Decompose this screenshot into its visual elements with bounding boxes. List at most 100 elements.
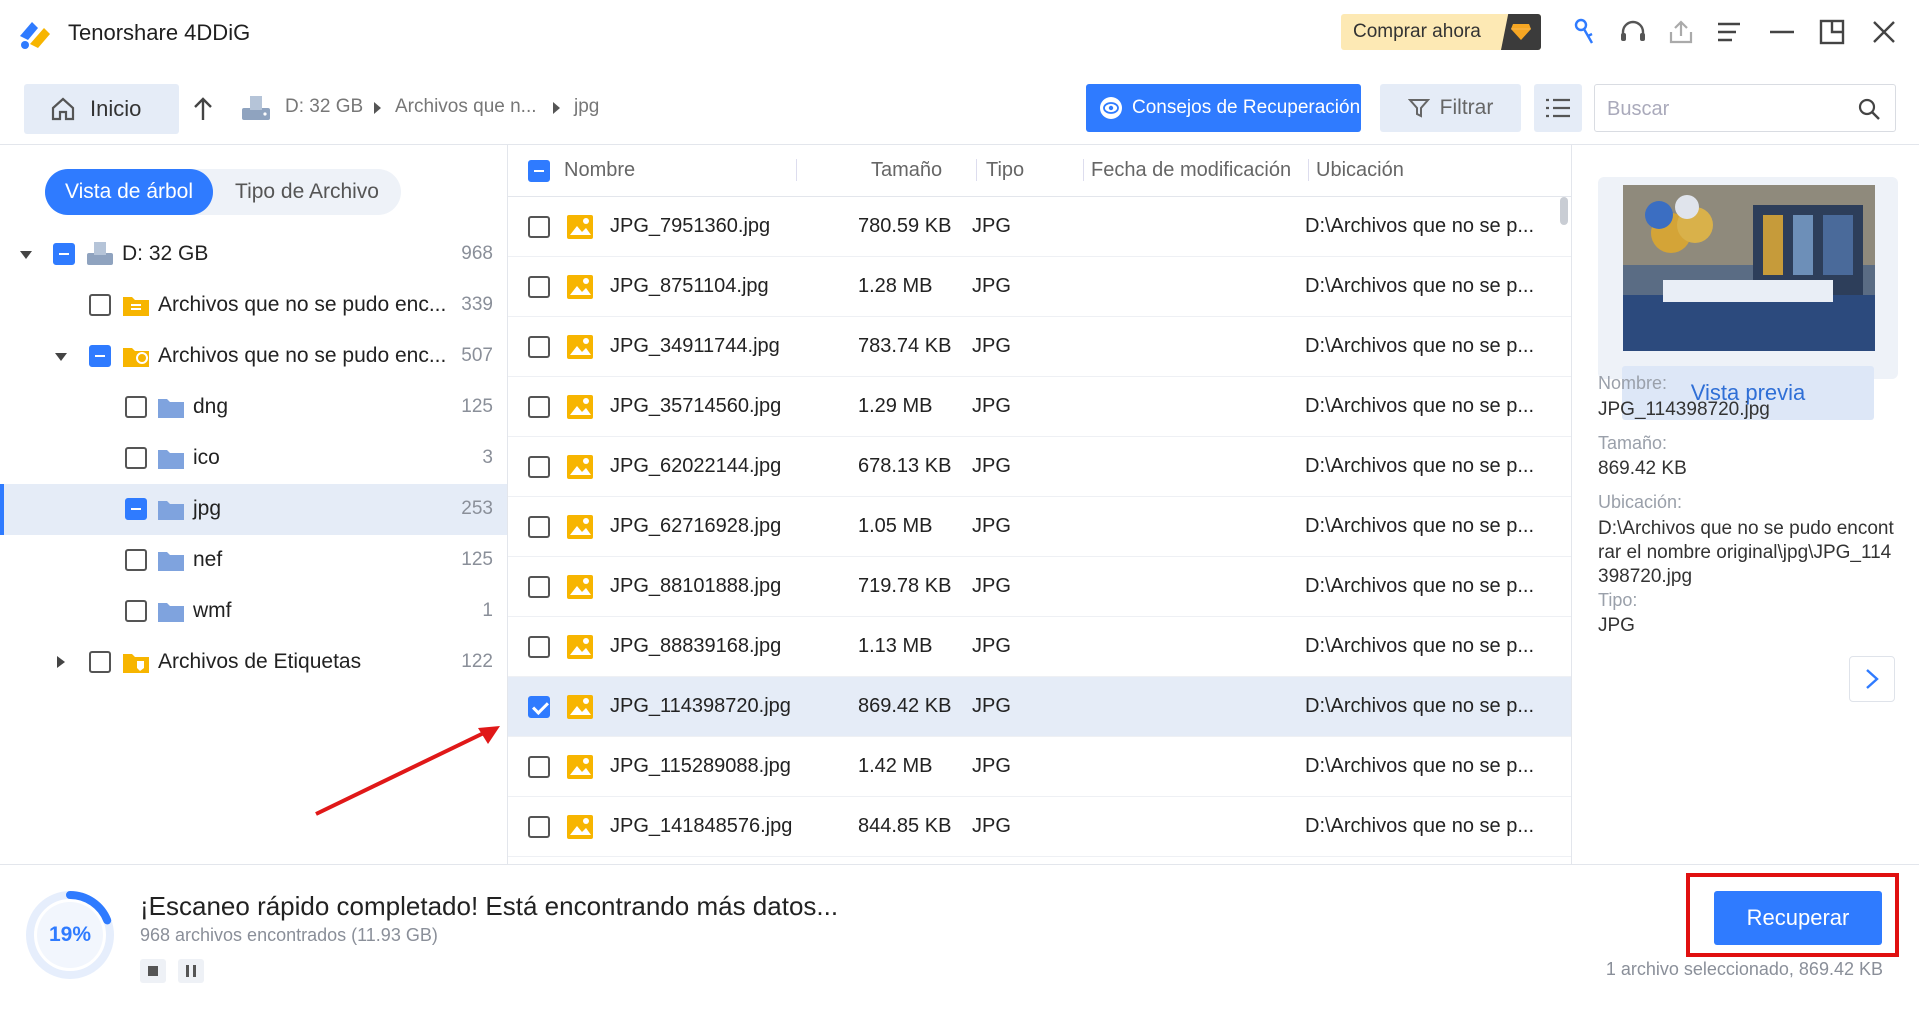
tree-item-drive[interactable]: D: 32 GB 968 bbox=[0, 229, 507, 280]
tree-view-tab[interactable]: Vista de árbol bbox=[45, 169, 213, 215]
row-checkbox[interactable] bbox=[528, 816, 550, 838]
breadcrumb-current[interactable]: jpg bbox=[574, 96, 599, 118]
tree-checkbox[interactable] bbox=[53, 243, 75, 265]
app-title: Tenorshare 4DDiG bbox=[68, 20, 251, 45]
table-row[interactable]: JPG_114398720.jpg 869.42 KB JPG D:\Archivos… bbox=[508, 677, 1571, 737]
tree-checkbox[interactable] bbox=[125, 600, 147, 622]
tree-checkbox[interactable] bbox=[89, 294, 111, 316]
column-divider bbox=[976, 159, 977, 181]
image-file-icon bbox=[567, 455, 593, 479]
row-checkbox[interactable] bbox=[528, 696, 550, 718]
row-checkbox[interactable] bbox=[528, 396, 550, 418]
file-name: JPG_34911744.jpg bbox=[610, 335, 780, 357]
pause-button[interactable] bbox=[178, 959, 204, 983]
buy-now-button[interactable]: Comprar ahora bbox=[1341, 14, 1541, 50]
row-checkbox[interactable] bbox=[528, 516, 550, 538]
table-row[interactable]: JPG_8751104.jpg 1.28 MB JPG D:\Archivos que… bbox=[508, 257, 1571, 317]
eye-icon bbox=[1100, 97, 1122, 119]
file-location: D:\Archivos que no se p... bbox=[1305, 455, 1535, 477]
tree-checkbox[interactable] bbox=[125, 447, 147, 469]
tree-item-nef[interactable]: nef 125 bbox=[0, 535, 507, 586]
row-checkbox[interactable] bbox=[528, 456, 550, 478]
row-checkbox[interactable] bbox=[528, 636, 550, 658]
recover-button[interactable]: Recuperar bbox=[1714, 891, 1882, 945]
name-value: JPG_114398720.jpg bbox=[1598, 399, 1770, 420]
up-arrow-icon[interactable] bbox=[188, 92, 218, 126]
tree-checkbox[interactable] bbox=[125, 498, 147, 520]
column-header-date[interactable]: Fecha de modificación bbox=[1091, 159, 1291, 182]
image-file-icon bbox=[567, 215, 593, 239]
share-icon[interactable] bbox=[1663, 14, 1699, 50]
key-icon[interactable] bbox=[1567, 14, 1603, 50]
folder-icon bbox=[158, 603, 184, 622]
table-row[interactable]: JPG_115289088.jpg 1.42 MB JPG D:\Archivos q… bbox=[508, 737, 1571, 797]
headset-icon[interactable] bbox=[1615, 14, 1651, 50]
tree-item-folder[interactable]: Archivos que no se pudo enc... 339 bbox=[0, 280, 507, 331]
tree-checkbox[interactable] bbox=[125, 549, 147, 571]
tree-item-wmf[interactable]: wmf 1 bbox=[0, 586, 507, 637]
tree-item-tags[interactable]: Archivos de Etiquetas 122 bbox=[0, 637, 507, 688]
tree-item-label: ico bbox=[193, 446, 220, 469]
row-checkbox[interactable] bbox=[528, 576, 550, 598]
scrollbar[interactable] bbox=[1560, 197, 1568, 863]
stop-button[interactable] bbox=[140, 959, 166, 983]
scrollbar-thumb[interactable] bbox=[1560, 197, 1568, 225]
tree-item-count: 968 bbox=[461, 243, 493, 264]
file-location: D:\Archivos que no se p... bbox=[1305, 275, 1535, 297]
expand-arrow-icon[interactable] bbox=[57, 656, 65, 668]
table-row[interactable]: JPG_141848576.jpg 844.85 KB JPG D:\Archivos… bbox=[508, 797, 1571, 857]
size-value: 869.42 KB bbox=[1598, 458, 1687, 479]
tree-item-jpg[interactable]: jpg 253 bbox=[0, 484, 507, 535]
tag-folder-icon bbox=[123, 654, 149, 673]
table-row[interactable]: JPG_62022144.jpg 678.13 KB JPG D:\Archivos … bbox=[508, 437, 1571, 497]
column-header-size[interactable]: Tamaño bbox=[871, 159, 942, 182]
row-checkbox[interactable] bbox=[528, 276, 550, 298]
row-checkbox[interactable] bbox=[528, 216, 550, 238]
tree-item-count: 122 bbox=[461, 651, 493, 672]
table-row[interactable]: JPG_35714560.jpg 1.29 MB JPG D:\Archivos qu… bbox=[508, 377, 1571, 437]
breadcrumb-folder[interactable]: Archivos que n... bbox=[395, 96, 537, 118]
row-checkbox[interactable] bbox=[528, 336, 550, 358]
tree-item-folder[interactable]: Archivos que no se pudo enc... 507 bbox=[0, 331, 507, 382]
image-file-icon bbox=[567, 275, 593, 299]
image-file-icon bbox=[567, 755, 593, 779]
tree-item-dng[interactable]: dng 125 bbox=[0, 382, 507, 433]
lost-folder-icon bbox=[123, 297, 149, 316]
type-value: JPG bbox=[1598, 615, 1635, 636]
file-type: JPG bbox=[972, 215, 1011, 237]
search-icon[interactable] bbox=[1857, 97, 1881, 121]
collapse-arrow-icon[interactable] bbox=[20, 251, 32, 259]
collapse-arrow-icon[interactable] bbox=[55, 353, 67, 361]
recovery-tips-button[interactable]: Consejos de Recuperación bbox=[1086, 84, 1361, 132]
search-input[interactable] bbox=[1607, 95, 1847, 123]
file-size: 783.74 KB bbox=[858, 335, 952, 357]
restore-icon[interactable] bbox=[1814, 14, 1850, 50]
file-type: JPG bbox=[972, 395, 1011, 417]
filter-button[interactable]: Filtrar bbox=[1380, 84, 1521, 132]
column-header-location[interactable]: Ubicación bbox=[1316, 159, 1404, 182]
home-button[interactable]: Inicio bbox=[24, 84, 179, 134]
image-file-icon bbox=[567, 335, 593, 359]
column-header-name[interactable]: Nombre bbox=[564, 159, 635, 182]
tree-checkbox[interactable] bbox=[125, 396, 147, 418]
column-header-type[interactable]: Tipo bbox=[986, 159, 1024, 182]
table-row[interactable]: JPG_62716928.jpg 1.05 MB JPG D:\Archivos qu… bbox=[508, 497, 1571, 557]
menu-icon[interactable] bbox=[1711, 14, 1747, 50]
list-view-button[interactable] bbox=[1534, 84, 1582, 132]
file-list: Nombre Tamaño Tipo Fecha de modificación… bbox=[508, 144, 1571, 864]
table-row[interactable]: JPG_34911744.jpg 783.74 KB JPG D:\Archivos … bbox=[508, 317, 1571, 377]
minimize-icon[interactable] bbox=[1764, 14, 1800, 50]
tree-checkbox[interactable] bbox=[89, 651, 111, 673]
table-row[interactable]: JPG_88839168.jpg 1.13 MB JPG D:\Archivos qu… bbox=[508, 617, 1571, 677]
tree-item-ico[interactable]: ico 3 bbox=[0, 433, 507, 484]
table-row[interactable]: JPG_7951360.jpg 780.59 KB JPG D:\Archivos q… bbox=[508, 197, 1571, 257]
tree-checkbox[interactable] bbox=[89, 345, 111, 367]
table-row[interactable]: JPG_88101888.jpg 719.78 KB JPG D:\Archivos … bbox=[508, 557, 1571, 617]
file-type-tab[interactable]: Tipo de Archivo bbox=[213, 169, 401, 215]
select-all-checkbox[interactable] bbox=[528, 160, 550, 182]
close-icon[interactable] bbox=[1866, 14, 1902, 50]
row-checkbox[interactable] bbox=[528, 756, 550, 778]
breadcrumb-drive[interactable]: D: 32 GB bbox=[285, 96, 363, 118]
next-file-button[interactable] bbox=[1849, 656, 1895, 702]
file-name: JPG_115289088.jpg bbox=[610, 755, 791, 777]
